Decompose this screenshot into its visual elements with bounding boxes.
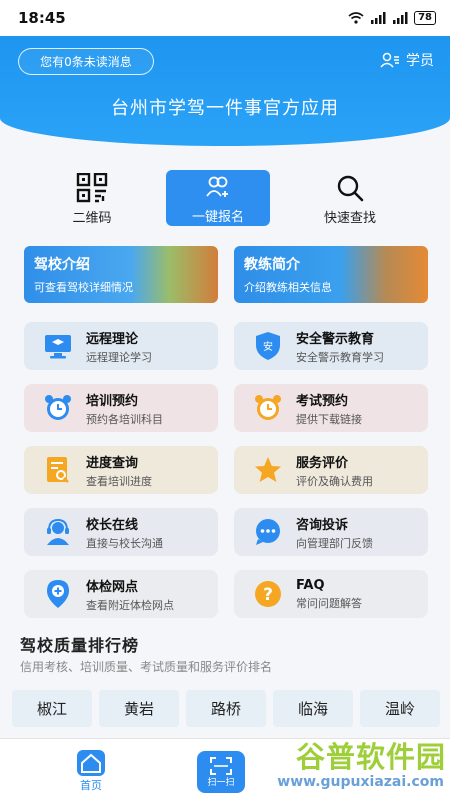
city-tab-jiaojiang[interactable]: 椒江 bbox=[12, 690, 92, 727]
banner-subtitle: 介绍教练相关信息 bbox=[244, 281, 332, 294]
banner-title: 教练简介 bbox=[244, 257, 300, 273]
service-subtitle: 直接与校长沟通 bbox=[86, 536, 163, 550]
banner-subtitle: 可查看驾校详细情况 bbox=[34, 281, 133, 294]
banner-title: 驾校介绍 bbox=[34, 257, 90, 273]
home-icon bbox=[77, 750, 105, 776]
scan-icon bbox=[210, 756, 232, 775]
one-click-signup-button[interactable]: 一键报名 bbox=[166, 170, 270, 226]
qr-code-button[interactable]: 二维码 bbox=[40, 170, 144, 228]
ranking-title: 驾校质量排行榜 bbox=[20, 636, 140, 655]
battery-indicator: 78 bbox=[414, 11, 436, 25]
service-title: 校长在线 bbox=[86, 517, 139, 533]
status-time: 18:45 bbox=[18, 9, 66, 27]
star-icon bbox=[255, 457, 281, 482]
service-title: 安全警示教育 bbox=[296, 331, 375, 347]
service-title: 进度查询 bbox=[86, 455, 139, 471]
service-title: 咨询投诉 bbox=[296, 517, 349, 533]
ranking-subtitle: 信用考核、培训质量、考试质量和服务评价排名 bbox=[20, 660, 273, 674]
service-subtitle: 评价及确认费用 bbox=[296, 474, 373, 488]
tab-home[interactable]: 首页 bbox=[76, 749, 106, 793]
svg-text:安: 安 bbox=[263, 340, 273, 353]
service-title: FAQ bbox=[296, 577, 325, 593]
city-tab-huangyan[interactable]: 黄岩 bbox=[99, 690, 179, 727]
service-title: 培训预约 bbox=[86, 393, 139, 409]
wifi-icon bbox=[348, 12, 364, 24]
service-training-booking[interactable]: 培训预约预约各培训科目 bbox=[24, 384, 218, 432]
student-role-label: 学员 bbox=[406, 53, 434, 69]
status-bar: 18:45 78 bbox=[0, 0, 450, 36]
qr-code-icon bbox=[76, 172, 108, 202]
watermark-url: www.gupuxiazai.com bbox=[277, 774, 444, 790]
question-icon: ? bbox=[255, 581, 281, 607]
chat-icon bbox=[256, 519, 280, 545]
app-title: 台州市学驾一件事官方应用 bbox=[111, 98, 339, 119]
alarm-clock-icon bbox=[45, 395, 71, 420]
service-subtitle: 提供下载链接 bbox=[296, 412, 362, 426]
service-exam-booking[interactable]: 考试预约提供下载链接 bbox=[234, 384, 428, 432]
service-progress-query[interactable]: 进度查询查看培训进度 bbox=[24, 446, 218, 494]
scan-button[interactable]: 扫一扫 bbox=[197, 751, 245, 793]
header: 您有0条未读消息 学员 台州市学驾一件事官方应用 bbox=[0, 36, 450, 146]
quick-search-button[interactable]: 快速查找 bbox=[298, 170, 402, 228]
service-subtitle: 查看培训进度 bbox=[86, 474, 152, 488]
user-icon bbox=[380, 52, 399, 68]
unread-messages-button[interactable]: 您有0条未读消息 bbox=[18, 48, 154, 75]
signal-icon bbox=[393, 12, 408, 24]
city-tab-wenling[interactable]: 温岭 bbox=[360, 690, 440, 727]
service-subtitle: 安全警示教育学习 bbox=[296, 350, 384, 364]
status-icons: 78 bbox=[348, 11, 436, 25]
service-subtitle: 常问问题解答 bbox=[296, 596, 362, 610]
service-title: 服务评价 bbox=[296, 455, 349, 471]
document-search-icon bbox=[47, 457, 69, 483]
service-subtitle: 预约各培训科目 bbox=[86, 412, 163, 426]
service-consult-complaint[interactable]: 咨询投诉向管理部门反馈 bbox=[234, 508, 428, 556]
one-click-signup-label: 一键报名 bbox=[191, 209, 244, 225]
driving-school-intro-banner[interactable]: 驾校介绍 可查看驾校详细情况 bbox=[24, 246, 218, 303]
student-role-button[interactable]: 学员 bbox=[380, 50, 434, 70]
shield-icon: 安 bbox=[256, 332, 280, 360]
svg-text:?: ? bbox=[263, 585, 273, 605]
quick-actions: 二维码 一键报名 快速查找 bbox=[0, 170, 450, 230]
city-tab-luqiao[interactable]: 路桥 bbox=[186, 690, 266, 727]
scan-label: 扫一扫 bbox=[207, 777, 235, 788]
service-evaluation[interactable]: 服务评价评价及确认费用 bbox=[234, 446, 428, 494]
headset-icon bbox=[47, 518, 69, 545]
service-subtitle: 远程理论学习 bbox=[86, 350, 152, 364]
signal-icon bbox=[371, 12, 386, 24]
service-principal-online[interactable]: 校长在线直接与校长沟通 bbox=[24, 508, 218, 556]
city-tab-linhai[interactable]: 临海 bbox=[273, 690, 353, 727]
service-title: 考试预约 bbox=[296, 393, 349, 409]
quick-search-label: 快速查找 bbox=[323, 210, 376, 226]
add-user-icon bbox=[206, 176, 228, 197]
service-subtitle: 查看附近体检网点 bbox=[86, 598, 174, 612]
service-safety-education[interactable]: 安 安全警示教育 安全警示教育学习 bbox=[234, 322, 428, 370]
city-tabs: 椒江 黄岩 路桥 临海 温岭 bbox=[12, 690, 440, 727]
service-title: 体检网点 bbox=[86, 579, 139, 595]
service-remote-theory[interactable]: 远程理论远程理论学习 bbox=[24, 322, 218, 370]
location-pin-icon bbox=[47, 580, 69, 608]
service-subtitle: 向管理部门反馈 bbox=[296, 536, 373, 550]
monitor-icon bbox=[45, 335, 71, 359]
watermark-text: 谷普软件园 bbox=[295, 740, 446, 774]
alarm-clock-icon bbox=[255, 395, 281, 420]
tab-home-label: 首页 bbox=[80, 779, 102, 792]
service-medical-check-points[interactable]: 体检网点查看附近体检网点 bbox=[24, 570, 218, 618]
watermark-logo: 谷普软件园 www.gupuxiazai.com bbox=[240, 734, 446, 790]
service-title: 远程理论 bbox=[86, 331, 139, 347]
search-icon bbox=[337, 175, 364, 201]
service-faq[interactable]: ? FAQ 常问问题解答 bbox=[234, 570, 428, 618]
qr-code-label: 二维码 bbox=[72, 210, 112, 226]
coach-intro-banner[interactable]: 教练简介 介绍教练相关信息 bbox=[234, 246, 428, 303]
